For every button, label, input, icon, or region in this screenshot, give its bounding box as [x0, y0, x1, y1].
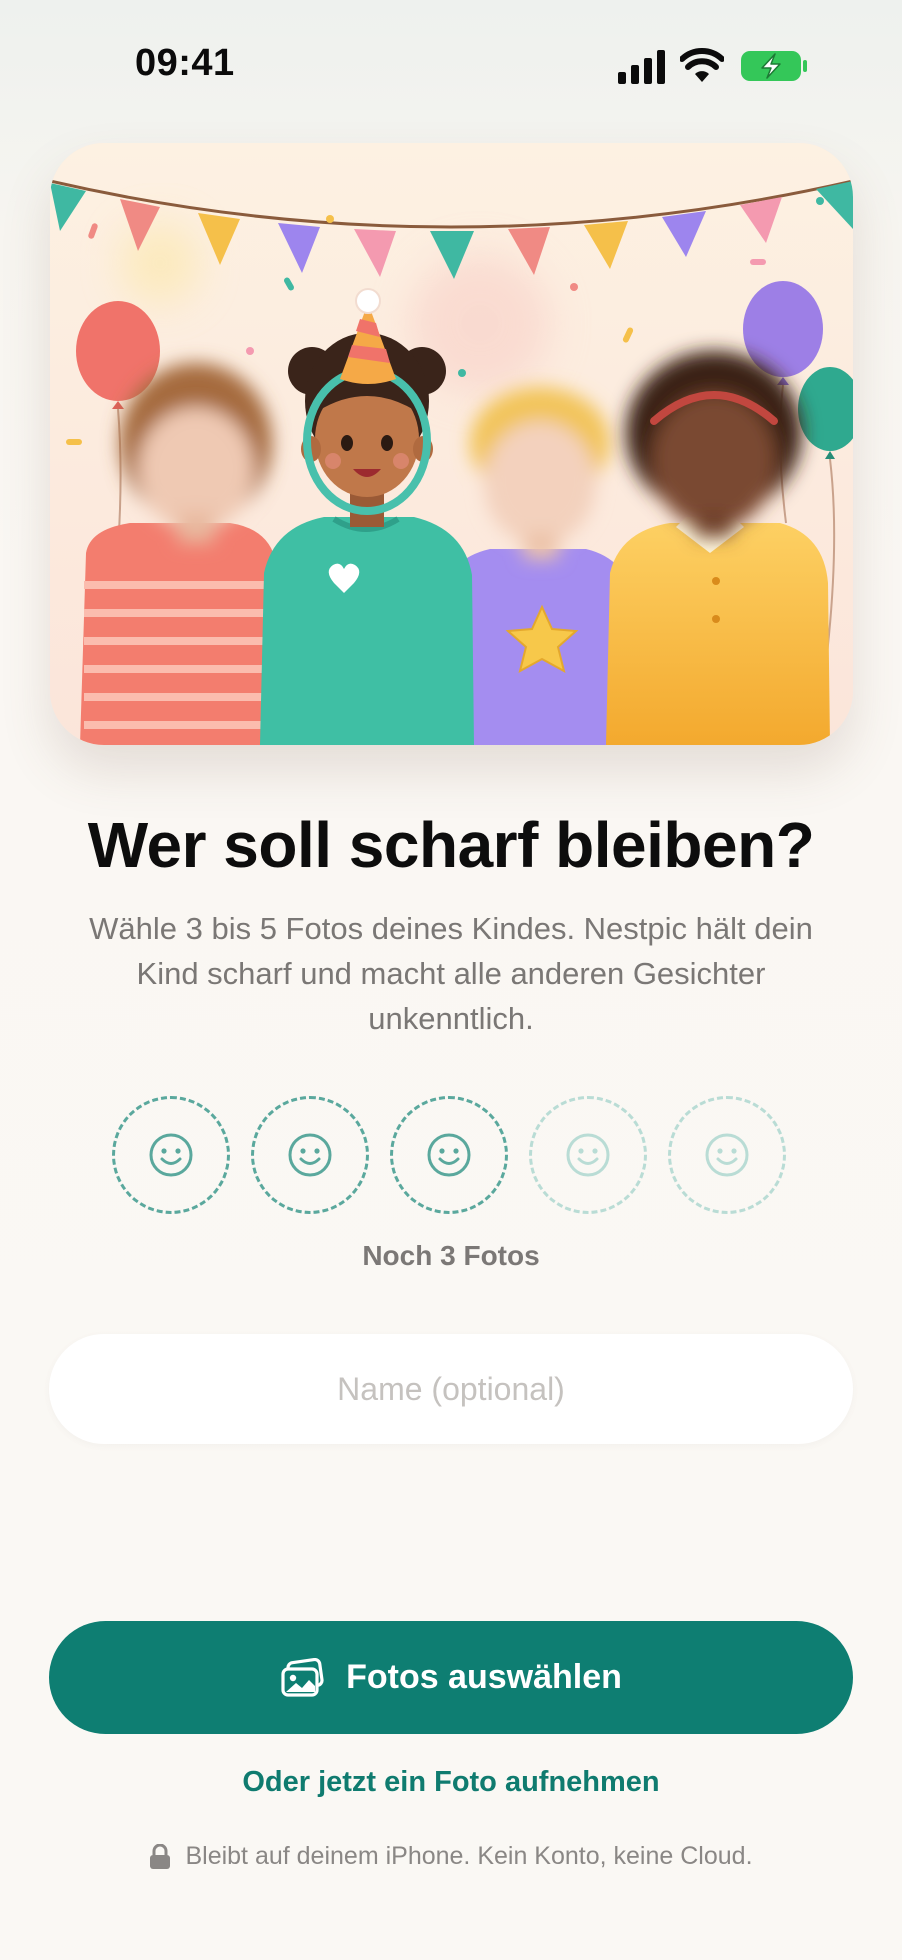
take-photo-link[interactable]: Oder jetzt ein Foto aufnehmen	[0, 1766, 902, 1799]
photo-slot-2[interactable]	[251, 1096, 369, 1214]
smiley-icon	[149, 1133, 193, 1177]
remaining-photos-label: Noch 3 Fotos	[362, 1240, 540, 1271]
privacy-note: Bleibt auf deinem iPhone. Kein Konto, ke…	[0, 1842, 902, 1871]
smiley-icon	[566, 1133, 610, 1177]
select-photos-label: Fotos auswählen	[346, 1658, 622, 1696]
lock-icon	[150, 1843, 171, 1869]
photo-slot-1[interactable]	[112, 1096, 230, 1214]
wifi-icon	[680, 48, 724, 82]
party-illustration	[50, 143, 853, 745]
photo-slots	[112, 1096, 792, 1216]
privacy-text: Bleibt auf deinem iPhone. Kein Konto, ke…	[185, 1842, 753, 1870]
page-title: Wer soll scharf bleiben?	[87, 809, 815, 881]
battery-charging-icon	[741, 51, 807, 81]
select-photos-button[interactable]: Fotos auswählen	[49, 1621, 853, 1734]
smiley-icon	[427, 1133, 471, 1177]
smiley-icon	[705, 1133, 749, 1177]
photo-slot-3[interactable]	[390, 1096, 508, 1214]
photo-slot-4[interactable]	[529, 1096, 647, 1214]
cellular-signal-icon	[618, 50, 665, 84]
kid-4	[606, 351, 830, 745]
page-subtitle: Wähle 3 bis 5 Fotos deines Kindes. Nestp…	[89, 911, 813, 1036]
hero-illustration	[50, 143, 853, 745]
status-bar: 09:41	[0, 0, 902, 130]
name-input[interactable]	[49, 1334, 853, 1444]
photo-slot-5[interactable]	[668, 1096, 786, 1214]
status-time: 09:41	[135, 42, 235, 84]
smiley-icon	[288, 1133, 332, 1177]
photos-icon	[281, 1657, 324, 1697]
